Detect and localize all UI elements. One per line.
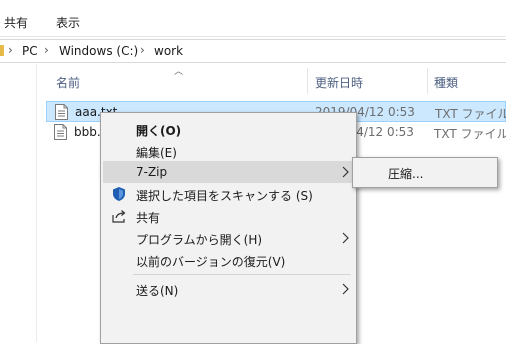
file-type: TXT ファイル	[434, 127, 506, 141]
menu-item-label: 以前のバージョンの復元(V)	[136, 255, 286, 269]
menu-item-label: 7-Zip	[136, 165, 168, 179]
menu-item-label: 開く(O)	[136, 124, 182, 138]
menu-item-label: プログラムから開く(H)	[136, 233, 263, 247]
7zip-submenu: 圧縮...	[352, 157, 498, 188]
menu-item-open-with[interactable]: プログラムから開く(H)	[103, 227, 354, 249]
menu-item-label: 選択した項目をスキャンする (S)	[136, 189, 313, 203]
menu-item-compress[interactable]: 圧縮...	[355, 161, 495, 183]
text-file-icon	[55, 104, 68, 120]
chevron-right-icon[interactable]: ›	[44, 43, 49, 57]
menu-item-scan[interactable]: 選択した項目をスキャンする (S)	[103, 183, 354, 205]
ribbon-tab-bar: 共有 表示	[0, 0, 506, 37]
folder-icon	[0, 45, 4, 56]
breadcrumb-windows-c[interactable]: Windows (C:)	[59, 44, 138, 58]
chevron-right-icon[interactable]: ›	[140, 43, 145, 57]
menu-item-open[interactable]: 開く(O)	[103, 118, 354, 140]
column-header-name[interactable]: 名前	[56, 74, 80, 91]
breadcrumb-pc[interactable]: PC	[22, 44, 38, 58]
address-bar[interactable]: › PC › Windows (C:) › work	[0, 39, 506, 63]
chevron-right-icon	[342, 232, 349, 244]
defender-icon	[113, 187, 125, 201]
column-divider[interactable]	[427, 68, 428, 94]
menu-item-label: 送る(N)	[136, 284, 179, 298]
context-menu: 開く(O) 編集(E) 7-Zip 選択した項目をスキャンする (S) 共有 プ…	[100, 112, 357, 344]
column-header-type[interactable]: 種類	[434, 74, 458, 91]
menu-item-share[interactable]: 共有	[103, 205, 354, 227]
file-type: TXT ファイル	[435, 107, 506, 121]
chevron-right-icon	[342, 166, 349, 178]
menu-item-7zip[interactable]: 7-Zip	[103, 161, 354, 183]
ribbon-tab-view[interactable]: 表示	[56, 14, 80, 31]
breadcrumb-work[interactable]: work	[154, 44, 183, 58]
chevron-right-icon: ›	[8, 43, 13, 57]
menu-item-restore-previous[interactable]: 以前のバージョンの復元(V)	[103, 249, 354, 271]
navigation-pane[interactable]	[0, 64, 37, 342]
column-header-modified[interactable]: 更新日時	[315, 74, 363, 91]
sort-ascending-icon: ︿	[174, 67, 184, 77]
menu-item-edit[interactable]: 編集(E)	[103, 140, 354, 162]
menu-item-label: 共有	[136, 211, 161, 225]
chevron-right-icon	[342, 283, 349, 295]
share-icon	[112, 210, 126, 223]
ribbon-tab-share[interactable]: 共有	[4, 14, 28, 31]
text-file-icon	[54, 124, 67, 140]
column-divider[interactable]	[307, 68, 308, 94]
menu-item-send-to[interactable]: 送る(N)	[103, 278, 354, 300]
menu-separator	[133, 274, 351, 275]
menu-item-label: 圧縮...	[388, 167, 424, 181]
menu-item-label: 編集(E)	[136, 146, 177, 160]
